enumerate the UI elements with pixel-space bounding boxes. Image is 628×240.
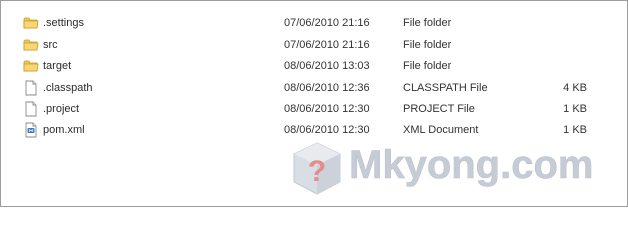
file-name: .settings: [43, 17, 84, 29]
file-row-pom[interactable]: pom.xml 08/06/2010 12:30 XML Document 1 …: [1, 120, 627, 141]
watermark-text: Mkyong.com: [349, 143, 594, 188]
file-date: 08/06/2010 12:30: [284, 103, 370, 115]
file-row-settings[interactable]: .settings 07/06/2010 21:16 File folder: [1, 13, 627, 34]
folder-icon: [23, 37, 39, 53]
file-date: 08/06/2010 12:36: [284, 82, 370, 94]
file-type: XML Document: [403, 124, 479, 136]
file-date: 08/06/2010 12:30: [284, 124, 370, 136]
file-type: PROJECT File: [403, 103, 475, 115]
file-list-panel: .settings 07/06/2010 21:16 File folder s…: [0, 0, 628, 207]
file-row-project[interactable]: .project 08/06/2010 12:30 PROJECT File 1…: [1, 99, 627, 120]
file-date: 07/06/2010 21:16: [284, 17, 370, 29]
xml-file-icon: [23, 122, 39, 138]
file-row-target[interactable]: target 08/06/2010 13:03 File folder: [1, 56, 627, 77]
file-date: 08/06/2010 13:03: [284, 60, 370, 72]
svg-text:?: ?: [308, 155, 326, 188]
file-icon: [23, 80, 39, 96]
file-name: .project: [43, 103, 80, 115]
file-name: target: [43, 60, 72, 72]
file-date: 07/06/2010 21:16: [284, 39, 370, 51]
file-type: File folder: [403, 39, 452, 51]
file-row-src[interactable]: src 07/06/2010 21:16 File folder: [1, 35, 627, 56]
folder-icon: [23, 58, 39, 74]
file-icon: [23, 101, 39, 117]
file-size: 4 KB: [563, 82, 587, 94]
folder-icon: [23, 15, 39, 31]
file-type: CLASSPATH File: [403, 82, 488, 94]
file-name: .classpath: [43, 82, 93, 94]
question-cube-icon: ?: [291, 141, 343, 197]
file-name: src: [43, 39, 58, 51]
watermark-logo: ? Mkyong.com: [291, 141, 621, 201]
file-name: pom.xml: [43, 124, 85, 136]
file-type: File folder: [403, 17, 452, 29]
file-row-classpath[interactable]: .classpath 08/06/2010 12:36 CLASSPATH Fi…: [1, 78, 627, 99]
file-size: 1 KB: [563, 103, 587, 115]
file-type: File folder: [403, 60, 452, 72]
file-size: 1 KB: [563, 124, 587, 136]
